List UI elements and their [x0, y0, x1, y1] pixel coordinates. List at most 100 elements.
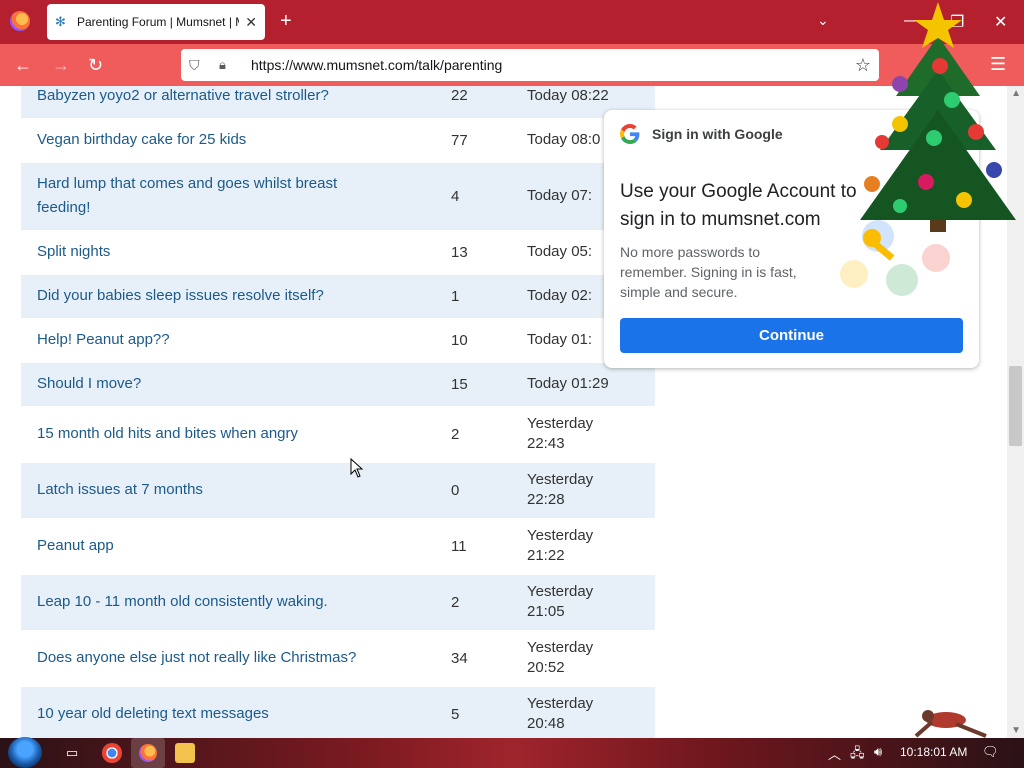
thread-last-post-line1: Yesterday: [527, 695, 594, 712]
navigation-bar: ← → ↻ ⛉ 🔒︎ https://www.mumsnet.com/talk/…: [0, 44, 1024, 86]
tab-bar: ✻ Parenting Forum | Mumsnet | M ✕ + ⌄ — …: [0, 0, 1024, 44]
thread-title-link[interactable]: Babyzen yoyo2 or alternative travel stro…: [21, 86, 451, 118]
close-tab-icon[interactable]: ✕: [245, 14, 257, 31]
thread-row[interactable]: Latch issues at 7 months 0 Yesterday 22:28: [21, 462, 655, 518]
thread-reply-count: 22: [451, 87, 468, 105]
thread-row[interactable]: Should I move? 15 Today 01:29: [21, 362, 655, 406]
url-text[interactable]: https://www.mumsnet.com/talk/parenting: [251, 57, 855, 73]
tab-parenting-forum[interactable]: ✻ Parenting Forum | Mumsnet | M ✕: [47, 4, 265, 40]
thread-reply-count: 10: [451, 331, 468, 349]
new-tab-icon[interactable]: +: [280, 10, 292, 32]
thread-reply-count: 0: [451, 481, 460, 499]
scrollbar[interactable]: ▲ ▼: [1007, 86, 1024, 738]
thread-reply-count: 4: [451, 187, 460, 205]
shield-icon[interactable]: ⛉: [189, 57, 207, 74]
firefox-icon[interactable]: [10, 11, 30, 31]
thread-reply-count: 2: [451, 593, 460, 611]
bookmark-star-icon[interactable]: ☆: [855, 55, 871, 76]
thread-reply-count: 13: [451, 243, 468, 261]
reload-icon[interactable]: ↻: [88, 55, 103, 75]
tab-favicon: ✻: [55, 14, 66, 29]
thread-row[interactable]: Does anyone else just not really like Ch…: [21, 630, 655, 686]
notification-icon[interactable]: 🗨︎: [982, 744, 999, 760]
thread-row[interactable]: Hard lump that comes and goes whilst bre…: [21, 162, 655, 230]
thread-row[interactable]: 15 month old hits and bites when angry 2 Y…: [21, 406, 655, 462]
thread-last-post-line2: 22:43: [527, 435, 565, 452]
thread-row[interactable]: Leap 10 - 11 month old consistently waki…: [21, 574, 655, 630]
google-signin-title: Use your Google Account to sign in to mu…: [620, 181, 857, 230]
tab-list-chevron-down-icon[interactable]: ⌄: [817, 12, 829, 29]
volume-icon[interactable]: 🔊︎: [874, 744, 882, 760]
url-bar[interactable]: ⛉ 🔒︎ https://www.mumsnet.com/talk/parent…: [181, 49, 879, 81]
thread-title-link[interactable]: Latch issues at 7 months: [21, 462, 451, 518]
thread-reply-count: 34: [451, 649, 468, 667]
thread-last-post: Yesterday 21:22: [527, 518, 655, 574]
google-signin-header: Sign in with Google: [620, 124, 783, 144]
thread-last-post-line1: Yesterday: [527, 527, 594, 544]
thread-last-post-line1: Today 08:22: [527, 86, 609, 104]
tray-chevron-up-icon[interactable]: ︿: [828, 744, 841, 763]
network-icon[interactable]: 🖧︎: [850, 744, 865, 766]
maximize-icon[interactable]: ❐: [950, 12, 964, 32]
key-illustration-icon: [840, 220, 950, 296]
thread-row[interactable]: Babyzen yoyo2 or alternative travel stro…: [21, 86, 655, 118]
thread-reply-count: 5: [451, 705, 460, 723]
thread-title-link[interactable]: Split nights: [21, 230, 451, 274]
thread-row[interactable]: Help! Peanut app?? 10 Today 01:: [21, 318, 655, 362]
thread-reply-count: 11: [451, 537, 467, 555]
thread-title-link[interactable]: Does anyone else just not really like Ch…: [21, 630, 451, 686]
thread-last-post: Yesterday 21:05: [527, 574, 655, 630]
thread-reply-count: 2: [451, 425, 460, 443]
thread-last-post: Yesterday 22:43: [527, 406, 655, 462]
thread-title-link[interactable]: Peanut app: [21, 518, 451, 574]
thread-row[interactable]: 10 year old deleting text messages 5 Yeste…: [21, 686, 655, 738]
thread-reply-count: 15: [451, 375, 468, 393]
back-icon[interactable]: ←: [14, 55, 32, 75]
thread-last-post-line1: Today 01:29: [527, 375, 609, 392]
forward-icon[interactable]: →: [52, 55, 70, 75]
thread-title-link[interactable]: Help! Peanut app??: [21, 318, 451, 362]
thread-title-link[interactable]: 15 month old hits and bites when angry: [21, 406, 451, 462]
task-view-icon[interactable]: ▭: [62, 743, 82, 763]
thread-last-post-line2: 20:48: [527, 715, 565, 732]
mouse-cursor-icon: [350, 458, 364, 478]
thread-title-link[interactable]: Did your babies sleep issues resolve its…: [21, 274, 451, 318]
thread-last-post-line2: 21:22: [527, 547, 565, 564]
thread-last-post: Yesterday 22:28: [527, 462, 655, 518]
thread-title-link[interactable]: 10 year old deleting text messages: [21, 686, 451, 738]
scroll-up-icon[interactable]: ▲: [1011, 88, 1021, 99]
scroll-thumb[interactable]: [1009, 366, 1022, 446]
minimize-icon[interactable]: —: [904, 12, 920, 30]
thread-title-link[interactable]: Hard lump that comes and goes whilst bre…: [21, 162, 451, 230]
thread-last-post-line1: Yesterday: [527, 583, 594, 600]
thread-title-link[interactable]: Should I move?: [21, 362, 451, 406]
thread-row[interactable]: Vegan birthday cake for 25 kids 77 Today 0…: [21, 118, 655, 162]
thread-title-link[interactable]: Leap 10 - 11 month old consistently waki…: [21, 574, 451, 630]
thread-table: Babyzen yoyo2 or alternative travel stro…: [21, 86, 655, 738]
google-signin-description: No more passwords to remember. Signing i…: [620, 244, 797, 300]
thread-last-post-line2: 21:05: [527, 603, 565, 620]
system-clock[interactable]: 10:18:01 AM: [900, 745, 967, 759]
google-logo: [620, 124, 640, 144]
firefox-taskbar-icon[interactable]: [131, 738, 165, 768]
google-signin-header-text: Sign in with Google: [652, 126, 783, 142]
start-orb[interactable]: [8, 737, 42, 768]
continue-button[interactable]: Continue: [620, 318, 963, 353]
thread-last-post-line1: Yesterday: [527, 415, 594, 432]
thread-row[interactable]: Peanut app 11 Yesterday 21:22: [21, 518, 655, 574]
thread-last-post: Yesterday 20:48: [527, 686, 655, 738]
thread-title-link[interactable]: Vegan birthday cake for 25 kids: [21, 118, 451, 162]
thread-last-post: Today 01:29: [527, 362, 655, 406]
thread-last-post-line2: 20:52: [527, 659, 565, 676]
runner-decoration: [914, 710, 987, 738]
chrome-icon[interactable]: [102, 743, 122, 763]
scroll-down-icon[interactable]: ▼: [1011, 725, 1021, 736]
tab-title: Parenting Forum | Mumsnet | M: [77, 15, 240, 29]
menu-icon[interactable]: ☰: [990, 54, 1006, 75]
file-explorer-icon[interactable]: [175, 743, 195, 763]
close-window-icon[interactable]: ✕: [994, 12, 1007, 32]
thread-row[interactable]: Split nights 13 Today 05:: [21, 230, 655, 274]
thread-last-post-line1: Yesterday: [527, 639, 594, 656]
lock-icon[interactable]: 🔒︎: [219, 57, 235, 73]
thread-row[interactable]: Did your babies sleep issues resolve its…: [21, 274, 655, 318]
